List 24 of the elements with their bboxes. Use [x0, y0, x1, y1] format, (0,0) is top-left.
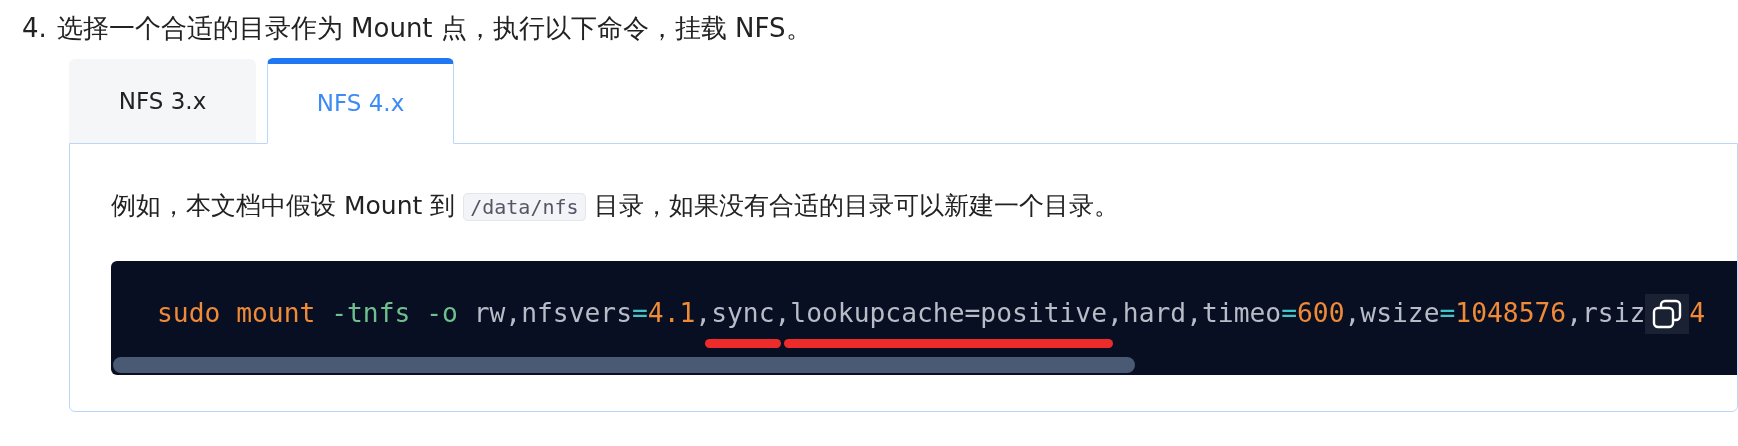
code-token: = [1439, 297, 1456, 331]
scrollbar-thumb[interactable] [113, 357, 1135, 373]
code-token: 1048576 [1455, 297, 1567, 331]
step-number: 4. [22, 12, 47, 45]
code-token: lookupcache=positive [790, 298, 1107, 329]
code-token: ,wsize [1344, 297, 1440, 331]
code-token: , [774, 297, 791, 331]
code-token: , [695, 297, 712, 331]
code-token: ,rsiz [1566, 297, 1646, 331]
code-token: rw,nfsvers [472, 297, 632, 331]
code-token: = [1281, 297, 1297, 331]
code-token: ,hard,timeo [1107, 297, 1282, 331]
code-token: 4.1 [647, 297, 696, 331]
step-text: 选择一个合适的目录作为 Mount 点，执行以下命令，挂载 NFS。 [56, 12, 812, 45]
code-token: = [632, 297, 648, 331]
copy-button[interactable] [1645, 294, 1690, 334]
code-token: -tnfs -o [330, 297, 458, 331]
tab[interactable]: NFS 3.x [69, 59, 256, 143]
code-token: 4 [1689, 297, 1706, 331]
paragraph: 例如，本文档中假设 Mount 到 /data/nfs 目录，如果没有合适的目录可以新建一个目录。 [111, 190, 1120, 223]
code-token: sync [711, 298, 775, 329]
code-token: sudo mount [157, 297, 316, 331]
copy-icon [1651, 298, 1684, 330]
code-token: 600 [1297, 297, 1345, 331]
